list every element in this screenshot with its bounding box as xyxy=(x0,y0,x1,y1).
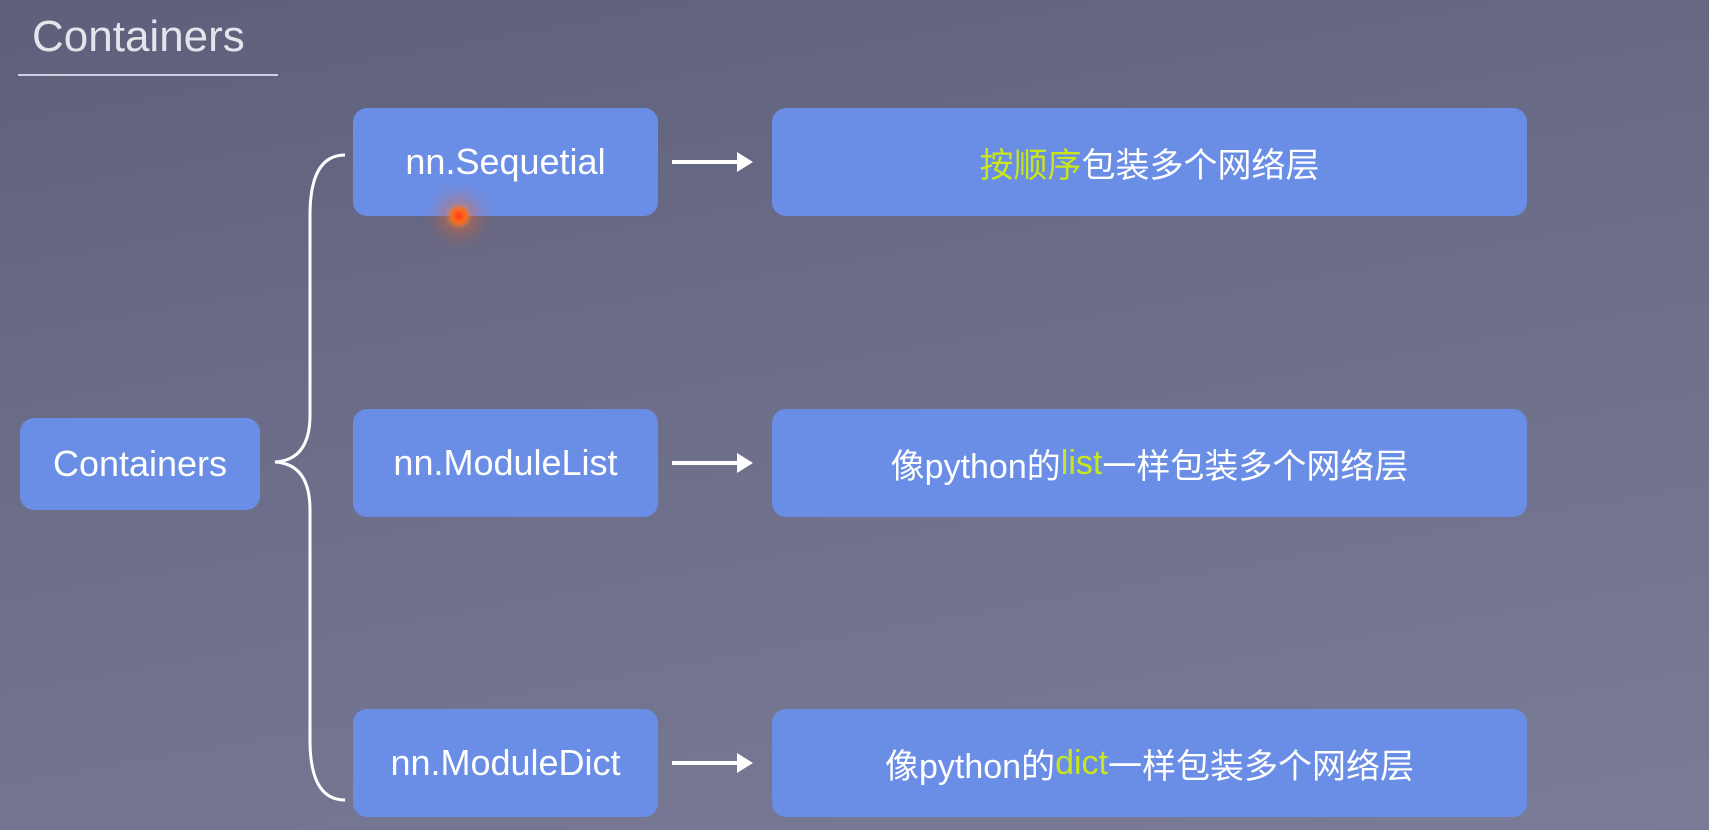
desc-moduledict: 像python的 dict 一样包装多个网络层 xyxy=(772,709,1527,817)
node-modulelist-label: nn.ModuleList xyxy=(393,442,617,484)
desc-moduledict-pre: 像python的 xyxy=(885,739,1055,788)
arrow-line xyxy=(672,761,737,765)
page-title: Containers xyxy=(32,12,245,62)
desc-sequential: 按顺序 包装多个网络层 xyxy=(772,108,1527,216)
arrow-modulelist xyxy=(672,453,753,473)
arrow-line xyxy=(672,160,737,164)
root-container-box: Containers xyxy=(20,418,260,510)
desc-moduledict-highlight: dict xyxy=(1055,744,1108,783)
node-sequential-label: nn.Sequetial xyxy=(405,141,605,183)
desc-modulelist-highlight: list xyxy=(1061,444,1103,483)
brace-connector xyxy=(260,100,360,820)
arrow-head-icon xyxy=(737,152,753,172)
arrow-head-icon xyxy=(737,753,753,773)
node-modulelist: nn.ModuleList xyxy=(353,409,658,517)
node-sequential: nn.Sequetial xyxy=(353,108,658,216)
desc-moduledict-post: 一样包装多个网络层 xyxy=(1108,739,1414,788)
laser-pointer-icon xyxy=(446,203,472,229)
node-moduledict-label: nn.ModuleDict xyxy=(390,742,620,784)
desc-sequential-highlight: 按顺序 xyxy=(980,138,1082,187)
arrow-sequential xyxy=(672,152,753,172)
root-label: Containers xyxy=(53,443,227,485)
desc-modulelist-pre: 像python的 xyxy=(891,439,1061,488)
arrow-moduledict xyxy=(672,753,753,773)
desc-modulelist-post: 一样包装多个网络层 xyxy=(1102,439,1408,488)
arrow-head-icon xyxy=(737,453,753,473)
arrow-line xyxy=(672,461,737,465)
title-underline xyxy=(18,74,278,76)
node-moduledict: nn.ModuleDict xyxy=(353,709,658,817)
desc-modulelist: 像python的 list 一样包装多个网络层 xyxy=(772,409,1527,517)
desc-sequential-post: 包装多个网络层 xyxy=(1082,138,1320,187)
